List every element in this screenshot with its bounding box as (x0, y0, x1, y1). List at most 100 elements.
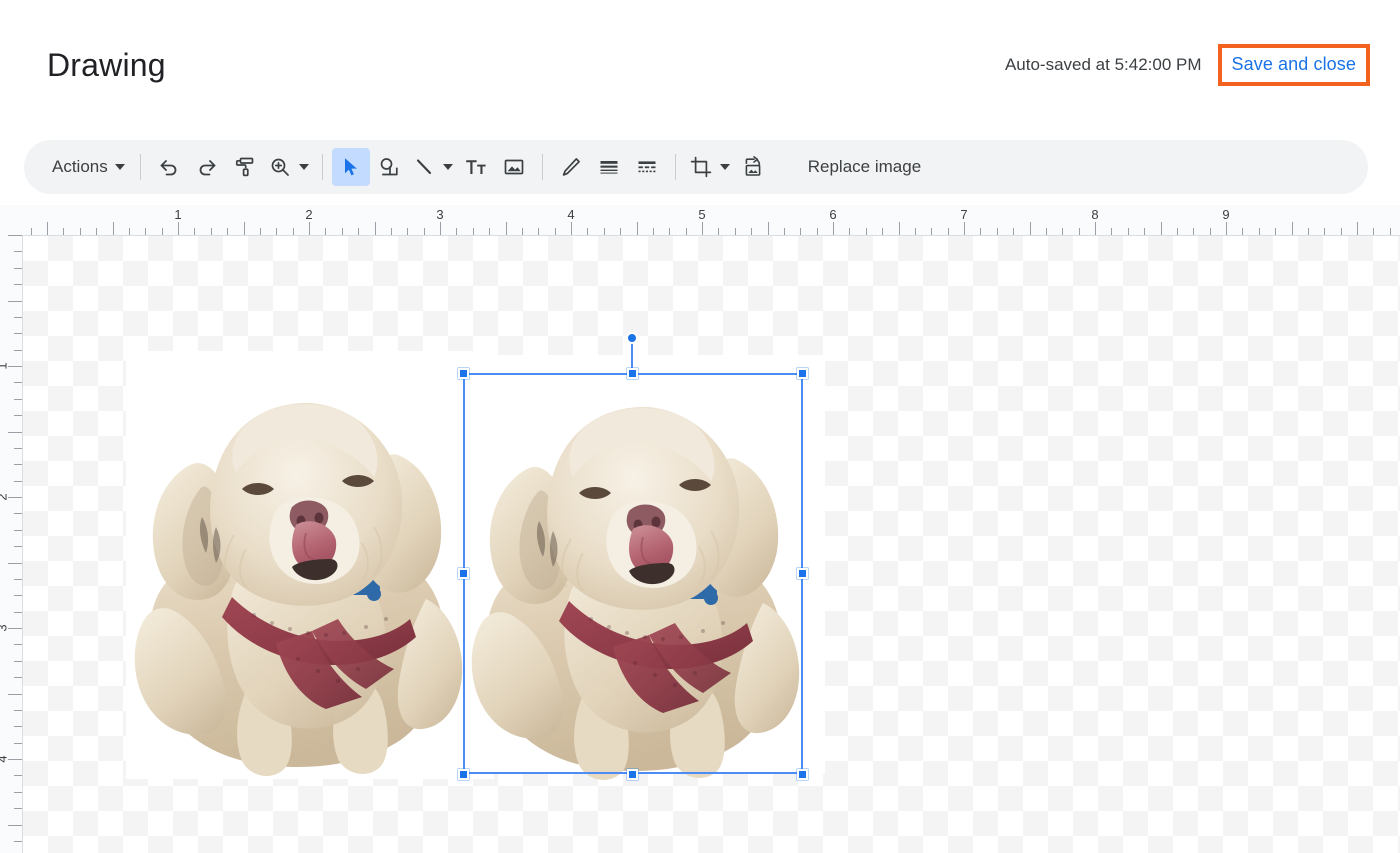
ruler-tick (636, 222, 638, 236)
ruler-tick (14, 382, 22, 384)
shape-tool-button[interactable] (370, 148, 408, 186)
cursor-arrow-icon (339, 155, 363, 179)
horizontal-ruler[interactable]: 1 2 3 4 5 6 7 8 9 (0, 205, 1400, 236)
line-dash-button[interactable] (628, 148, 666, 186)
ruler-tick (14, 415, 22, 417)
resize-handle-bottom-right[interactable] (797, 769, 808, 780)
zoom-dropdown-caret-icon[interactable] (298, 164, 309, 170)
ruler-tick (14, 726, 22, 728)
ruler-tick (14, 349, 22, 351)
ruler-label: 4 (0, 755, 9, 762)
image-tool-button[interactable] (495, 148, 533, 186)
ruler-tick (14, 447, 22, 449)
actions-menu-label: Actions (52, 157, 108, 176)
ruler-tick (8, 759, 22, 760)
crop-dropdown-caret-icon[interactable] (719, 164, 730, 170)
line-dropdown-caret-icon[interactable] (442, 164, 453, 170)
ruler-tick (14, 464, 22, 466)
dog-image-right[interactable] (463, 373, 811, 785)
header-actions: Auto-saved at 5:42:00 PM Save and close (1005, 44, 1370, 86)
chevron-down-icon (114, 164, 125, 170)
line-tool-button[interactable] (408, 148, 457, 186)
save-and-close-button[interactable]: Save and close (1232, 54, 1356, 75)
canvas-transparent-background[interactable] (23, 236, 1400, 853)
dog-image-left[interactable] (126, 369, 474, 781)
ruler-corner (0, 205, 22, 235)
resize-handle-bottom-center[interactable] (627, 769, 638, 780)
image-icon (502, 155, 526, 179)
resize-handle-bottom-left[interactable] (458, 769, 469, 780)
ruler-tick (243, 222, 245, 236)
shape-icon (377, 155, 401, 179)
ruler-label: 9 (1222, 207, 1230, 222)
ruler-tick (14, 644, 22, 646)
crop-button[interactable] (685, 148, 734, 186)
ruler-tick (309, 222, 310, 236)
line-dash-icon (635, 155, 659, 179)
rotation-handle[interactable] (626, 332, 638, 344)
ruler-tick (14, 513, 22, 515)
save-and-close-highlight: Save and close (1217, 44, 1370, 86)
toolbar-divider (674, 154, 676, 180)
ruler-label: 6 (829, 207, 837, 222)
ruler-tick (571, 222, 572, 236)
resize-handle-top-left[interactable] (458, 368, 469, 379)
ruler-label: 3 (436, 207, 444, 222)
line-weight-button[interactable] (590, 148, 628, 186)
redo-button[interactable] (188, 148, 226, 186)
ruler-tick (1226, 222, 1227, 236)
pencil-tool-button[interactable] (552, 148, 590, 186)
ruler-label: 5 (698, 207, 706, 222)
replace-image-button[interactable]: Replace image (794, 148, 935, 186)
ruler-tick (8, 562, 22, 564)
resize-handle-middle-left[interactable] (458, 568, 469, 579)
text-box-tool-button[interactable] (457, 148, 495, 186)
reset-image-icon (741, 155, 765, 179)
ruler-tick (505, 222, 507, 236)
ruler-tick (1160, 222, 1162, 236)
ruler-tick (14, 595, 22, 597)
ruler-tick (14, 578, 22, 580)
ruler-tick (8, 300, 22, 302)
ruler-tick (14, 611, 22, 613)
paint-roller-icon (233, 155, 257, 179)
magnifier-plus-icon (268, 155, 292, 179)
ruler-tick (898, 222, 900, 236)
ruler-tick (1095, 222, 1096, 236)
ruler-tick (14, 709, 22, 711)
resize-handle-top-center[interactable] (627, 368, 638, 379)
text-box-icon (464, 155, 488, 179)
ruler-label: 2 (0, 493, 9, 500)
reset-image-button[interactable] (734, 148, 772, 186)
ruler-tick (8, 824, 22, 826)
zoom-button[interactable] (264, 148, 313, 186)
crop-icon (689, 155, 713, 179)
ruler-tick (14, 284, 22, 286)
ruler-tick (1029, 222, 1031, 236)
resize-handle-top-right[interactable] (797, 368, 808, 379)
undo-button[interactable] (150, 148, 188, 186)
actions-menu-button[interactable]: Actions (30, 148, 131, 186)
ruler-tick (14, 546, 22, 548)
ruler-tick (8, 235, 22, 236)
ruler-tick (14, 808, 22, 810)
page-title: Drawing (47, 47, 166, 83)
ruler-tick (14, 677, 22, 679)
resize-handle-middle-right[interactable] (797, 568, 808, 579)
drawing-toolbar: Actions Replace image (24, 140, 1368, 194)
line-weight-icon (597, 155, 621, 179)
ruler-tick (964, 222, 965, 236)
ruler-tick (1357, 222, 1358, 236)
ruler-label: 7 (960, 207, 968, 222)
ruler-tick (112, 222, 114, 236)
ruler-tick (178, 222, 179, 236)
ruler-label: 1 (174, 207, 182, 222)
drawing-canvas-area[interactable] (22, 235, 1400, 853)
ruler-tick (14, 529, 22, 531)
ruler-tick (14, 775, 22, 777)
ruler-label: 2 (305, 207, 313, 222)
vertical-ruler[interactable]: 1 2 3 4 (0, 205, 22, 853)
ruler-tick (702, 222, 703, 236)
paint-format-button[interactable] (226, 148, 264, 186)
select-tool-button[interactable] (331, 148, 370, 186)
